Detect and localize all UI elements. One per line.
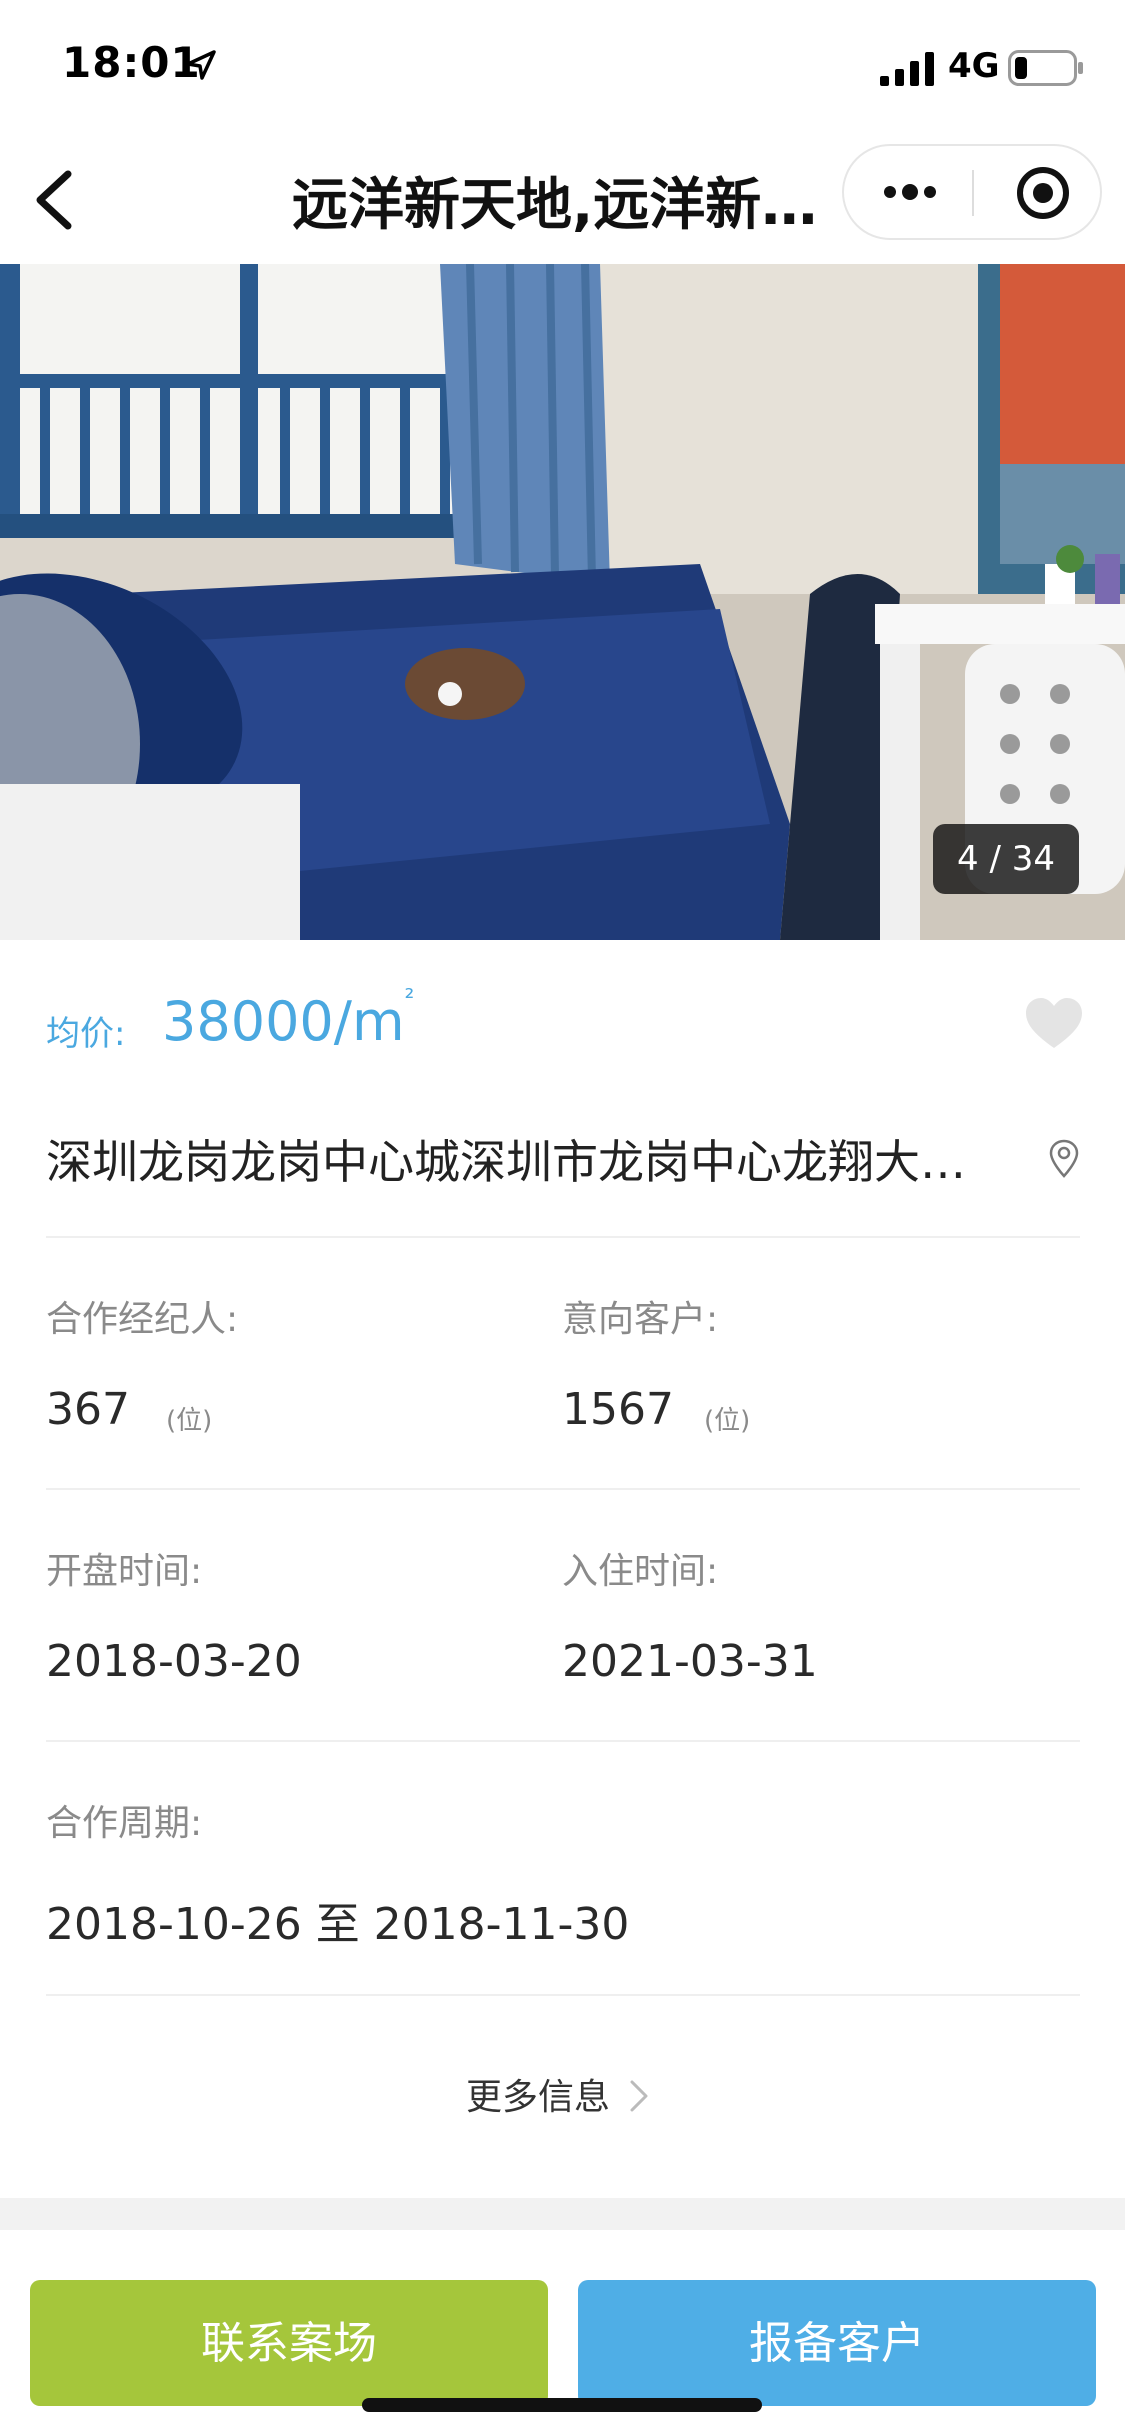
chevron-left-icon[interactable] (24, 164, 84, 234)
nav-bar: 远洋新天地,远洋新… (0, 132, 1125, 264)
signal-icon (880, 52, 934, 86)
capsule-divider (972, 170, 974, 216)
clients-value: 1567 (562, 1384, 674, 1435)
agents-value: 367 (46, 1384, 130, 1435)
price-value: 38000/m² (162, 984, 414, 1053)
page-title: 远洋新天地,远洋新… (292, 173, 818, 238)
divider (46, 1994, 1080, 1996)
open-date-value: 2018-03-20 (46, 1636, 302, 1687)
agents-label: 合作经纪人: (46, 1299, 239, 1340)
status-bar: 18:01 4G (0, 0, 1125, 132)
report-client-button[interactable]: 报备客户 (578, 2280, 1096, 2406)
property-address: 深圳龙岗龙岗中心城深圳市龙岗中心龙翔大… (46, 1135, 966, 1189)
location-pin-icon[interactable] (1048, 1138, 1080, 1178)
more-info-link[interactable]: 更多信息 (466, 2068, 610, 2120)
target-close-icon[interactable] (1014, 164, 1072, 222)
photo-counter: 4 / 34 (933, 824, 1079, 894)
move-in-label: 入住时间: (562, 1551, 719, 1592)
move-in-value: 2021-03-31 (562, 1636, 818, 1687)
mini-program-capsule (842, 144, 1102, 240)
status-time: 18:01 (62, 38, 201, 87)
heart-icon[interactable] (1024, 996, 1084, 1052)
divider (46, 1488, 1080, 1490)
clients-label: 意向客户: (562, 1299, 719, 1340)
divider (46, 1740, 1080, 1742)
network-type: 4G (948, 46, 1000, 86)
price-label: 均价: (46, 1014, 126, 1054)
more-dots-icon[interactable] (880, 172, 940, 212)
agents-unit: (位) (166, 1406, 213, 1436)
price-unit-superscript: ² (404, 984, 415, 1012)
home-indicator (362, 2398, 762, 2412)
open-date-label: 开盘时间: (46, 1551, 203, 1592)
price-amount: 38000/m (162, 990, 405, 1053)
property-photo-gallery[interactable]: 4 / 34 (0, 264, 1125, 940)
period-value: 2018-10-26 至 2018-11-30 (46, 1899, 630, 1950)
location-arrow-icon (186, 50, 216, 80)
period-label: 合作周期: (46, 1803, 203, 1844)
clients-unit: (位) (704, 1406, 751, 1436)
divider (46, 1236, 1080, 1238)
section-separator (0, 2198, 1125, 2230)
contact-sales-button[interactable]: 联系案场 (30, 2280, 548, 2406)
battery-icon (1008, 50, 1083, 86)
chevron-right-icon[interactable] (628, 2078, 650, 2114)
page: 18:01 4G 远洋新天地,远洋新… 4 / 34 均价: 38000/m² … (0, 0, 1125, 2436)
